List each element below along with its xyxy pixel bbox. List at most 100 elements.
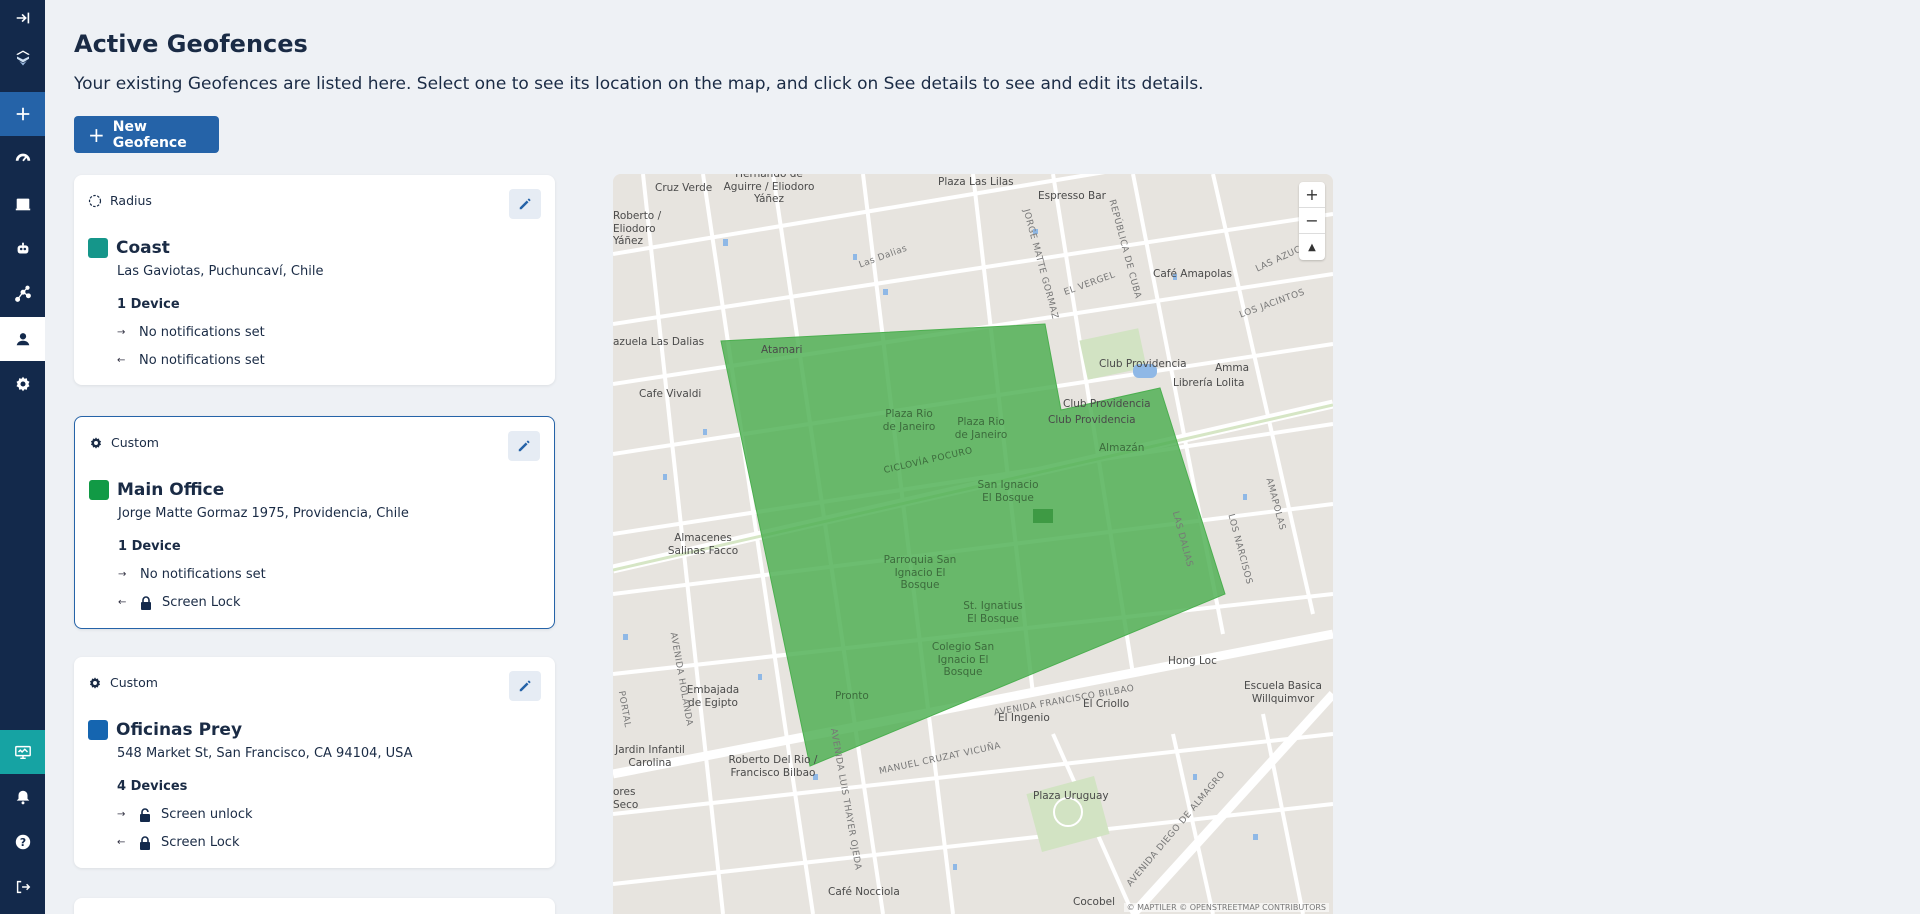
unlock-icon [139, 807, 151, 822]
page-description: Your existing Geofences are listed here.… [74, 74, 1204, 94]
color-swatch [89, 480, 109, 500]
flow-icon[interactable] [0, 272, 45, 316]
map-label: Cafe Vivaldi [639, 388, 702, 400]
geofence-type: Custom [89, 435, 159, 450]
device-count: 4 Devices [117, 779, 188, 794]
geofence-card-partial[interactable] [74, 898, 555, 914]
lock-icon [140, 595, 152, 610]
map-label: Club Providencia [1099, 358, 1187, 370]
device-count: 1 Device [118, 539, 181, 554]
logout-icon[interactable] [0, 865, 45, 909]
map-label: Colegio San Ignacio El Bosque [931, 641, 995, 679]
map-label: Librería Lolita [1173, 377, 1245, 389]
map-attribution: © MAPTILER © OPENSTREETMAP CONTRIBUTORS [1123, 903, 1329, 912]
pencil-icon [519, 680, 531, 692]
user-pin-icon[interactable] [0, 317, 45, 361]
map-label: Roberto Del Rio / Francisco Bilbao [728, 754, 818, 779]
geofence-card-main-office[interactable]: Custom Main Office Jorge Matte Gormaz 19… [74, 416, 555, 629]
pencil-icon [518, 440, 530, 452]
zoom-in-button[interactable]: + [1299, 182, 1325, 208]
geofence-name: Main Office [117, 480, 225, 500]
page-title: Active Geofences [74, 30, 308, 58]
bell-icon[interactable] [0, 775, 45, 819]
exit-arrow-icon: ← [117, 837, 126, 848]
device-count: 1 Device [117, 297, 180, 312]
gear-icon[interactable] [0, 362, 45, 406]
svg-text:?: ? [19, 836, 25, 849]
map-label: Escuela Basica Willquimvor [1244, 680, 1322, 705]
exit-notification: ← Screen Lock [118, 595, 241, 610]
map-label: Jardin Infantil Carolina [615, 744, 685, 769]
map-label: Plaza Rio de Janeiro [882, 408, 936, 433]
gear-icon [89, 436, 103, 450]
plus-icon[interactable] [0, 92, 45, 136]
map-label: Cocobel [1073, 896, 1115, 908]
map-label: Plaza Uruguay [1033, 790, 1109, 802]
edit-button[interactable] [508, 431, 540, 461]
map-label: Embajada de Egipto [686, 684, 740, 709]
map-label: Almazán [1099, 442, 1145, 454]
radius-icon [88, 194, 102, 208]
map-label: ores Seco [613, 786, 639, 811]
geofence-address: Jorge Matte Gormaz 1975, Providencia, Ch… [118, 506, 409, 521]
robot-icon[interactable] [0, 227, 45, 271]
geofence-name: Coast [116, 238, 170, 258]
pencil-icon [519, 198, 531, 210]
geofence-type: Custom [88, 675, 158, 690]
enter-notification: → No notifications set [117, 325, 265, 340]
enter-arrow-icon: → [117, 327, 126, 338]
map-label: Plaza Rio de Janeiro [954, 416, 1008, 441]
map-label: azuela Las Dalias [613, 336, 705, 348]
enter-arrow-icon: → [117, 809, 126, 820]
map-label: Club Providencia [1063, 398, 1151, 410]
exit-arrow-icon: ← [118, 597, 127, 608]
geofence-address: Las Gaviotas, Puchuncaví, Chile [117, 264, 324, 279]
map-label: Café Nocciola [828, 886, 900, 898]
lock-icon [139, 835, 151, 850]
geofence-address: 548 Market St, San Francisco, CA 94104, … [117, 746, 413, 761]
color-swatch [88, 720, 108, 740]
edit-button[interactable] [509, 671, 541, 701]
exit-arrow-icon: ← [117, 355, 126, 366]
zoom-out-button[interactable]: − [1299, 208, 1325, 234]
map-label: Cruz Verde [655, 182, 713, 194]
map[interactable]: Cruz Verde Hernando de Aguirre / Eliodor… [613, 174, 1333, 914]
compass-button[interactable]: ▲ [1299, 234, 1325, 260]
geofence-card-oficinas-prey[interactable]: Custom Oficinas Prey 548 Market St, San … [74, 657, 555, 868]
book-icon[interactable] [0, 182, 45, 226]
map-label: Hernando de Aguirre / Eliodoro Yáñez [723, 174, 815, 206]
map-label: Atamari [761, 344, 803, 356]
map-label: Pronto [835, 690, 869, 702]
geofence-card-coast[interactable]: Radius Coast Las Gaviotas, Puchuncaví, C… [74, 175, 555, 385]
geofence-name: Oficinas Prey [116, 720, 243, 740]
dashboard-icon[interactable] [0, 137, 45, 181]
exit-notification: ← No notifications set [117, 353, 265, 368]
map-label: Parroquia San Ignacio El Bosque [883, 554, 957, 592]
map-label: Hong Loc [1168, 655, 1217, 667]
collapse-icon[interactable] [0, 0, 45, 36]
gear-icon [88, 676, 102, 690]
map-label: Café Amapolas [1153, 268, 1233, 280]
map-label: San Ignacio El Bosque [977, 479, 1039, 504]
map-zoom-controls: + − ▲ [1299, 182, 1325, 260]
new-geofence-button[interactable]: + New Geofence [74, 116, 219, 153]
sidebar: ? [0, 0, 45, 914]
geofence-type: Radius [88, 193, 152, 208]
enter-arrow-icon: → [118, 569, 127, 580]
monitor-icon[interactable] [0, 730, 45, 774]
edit-button[interactable] [509, 189, 541, 219]
map-label: Plaza Las Lilas [938, 176, 1014, 188]
map-label: Amma [1215, 362, 1250, 374]
map-label: St. Ignatius El Bosque [963, 600, 1023, 625]
logo-icon[interactable] [0, 36, 45, 80]
map-label: Roberto / Eliodoro Yáñez [613, 210, 662, 248]
help-icon[interactable]: ? [0, 820, 45, 864]
map-label: Espresso Bar [1038, 190, 1106, 202]
new-geofence-label: New Geofence [112, 118, 187, 151]
map-label: Almacenes Salinas Facco [667, 532, 739, 557]
exit-notification: ← Screen Lock [117, 835, 240, 850]
map-label: Club Providencia [1048, 414, 1136, 426]
enter-notification: → No notifications set [118, 567, 266, 582]
enter-notification: → Screen unlock [117, 807, 253, 822]
color-swatch [88, 238, 108, 258]
